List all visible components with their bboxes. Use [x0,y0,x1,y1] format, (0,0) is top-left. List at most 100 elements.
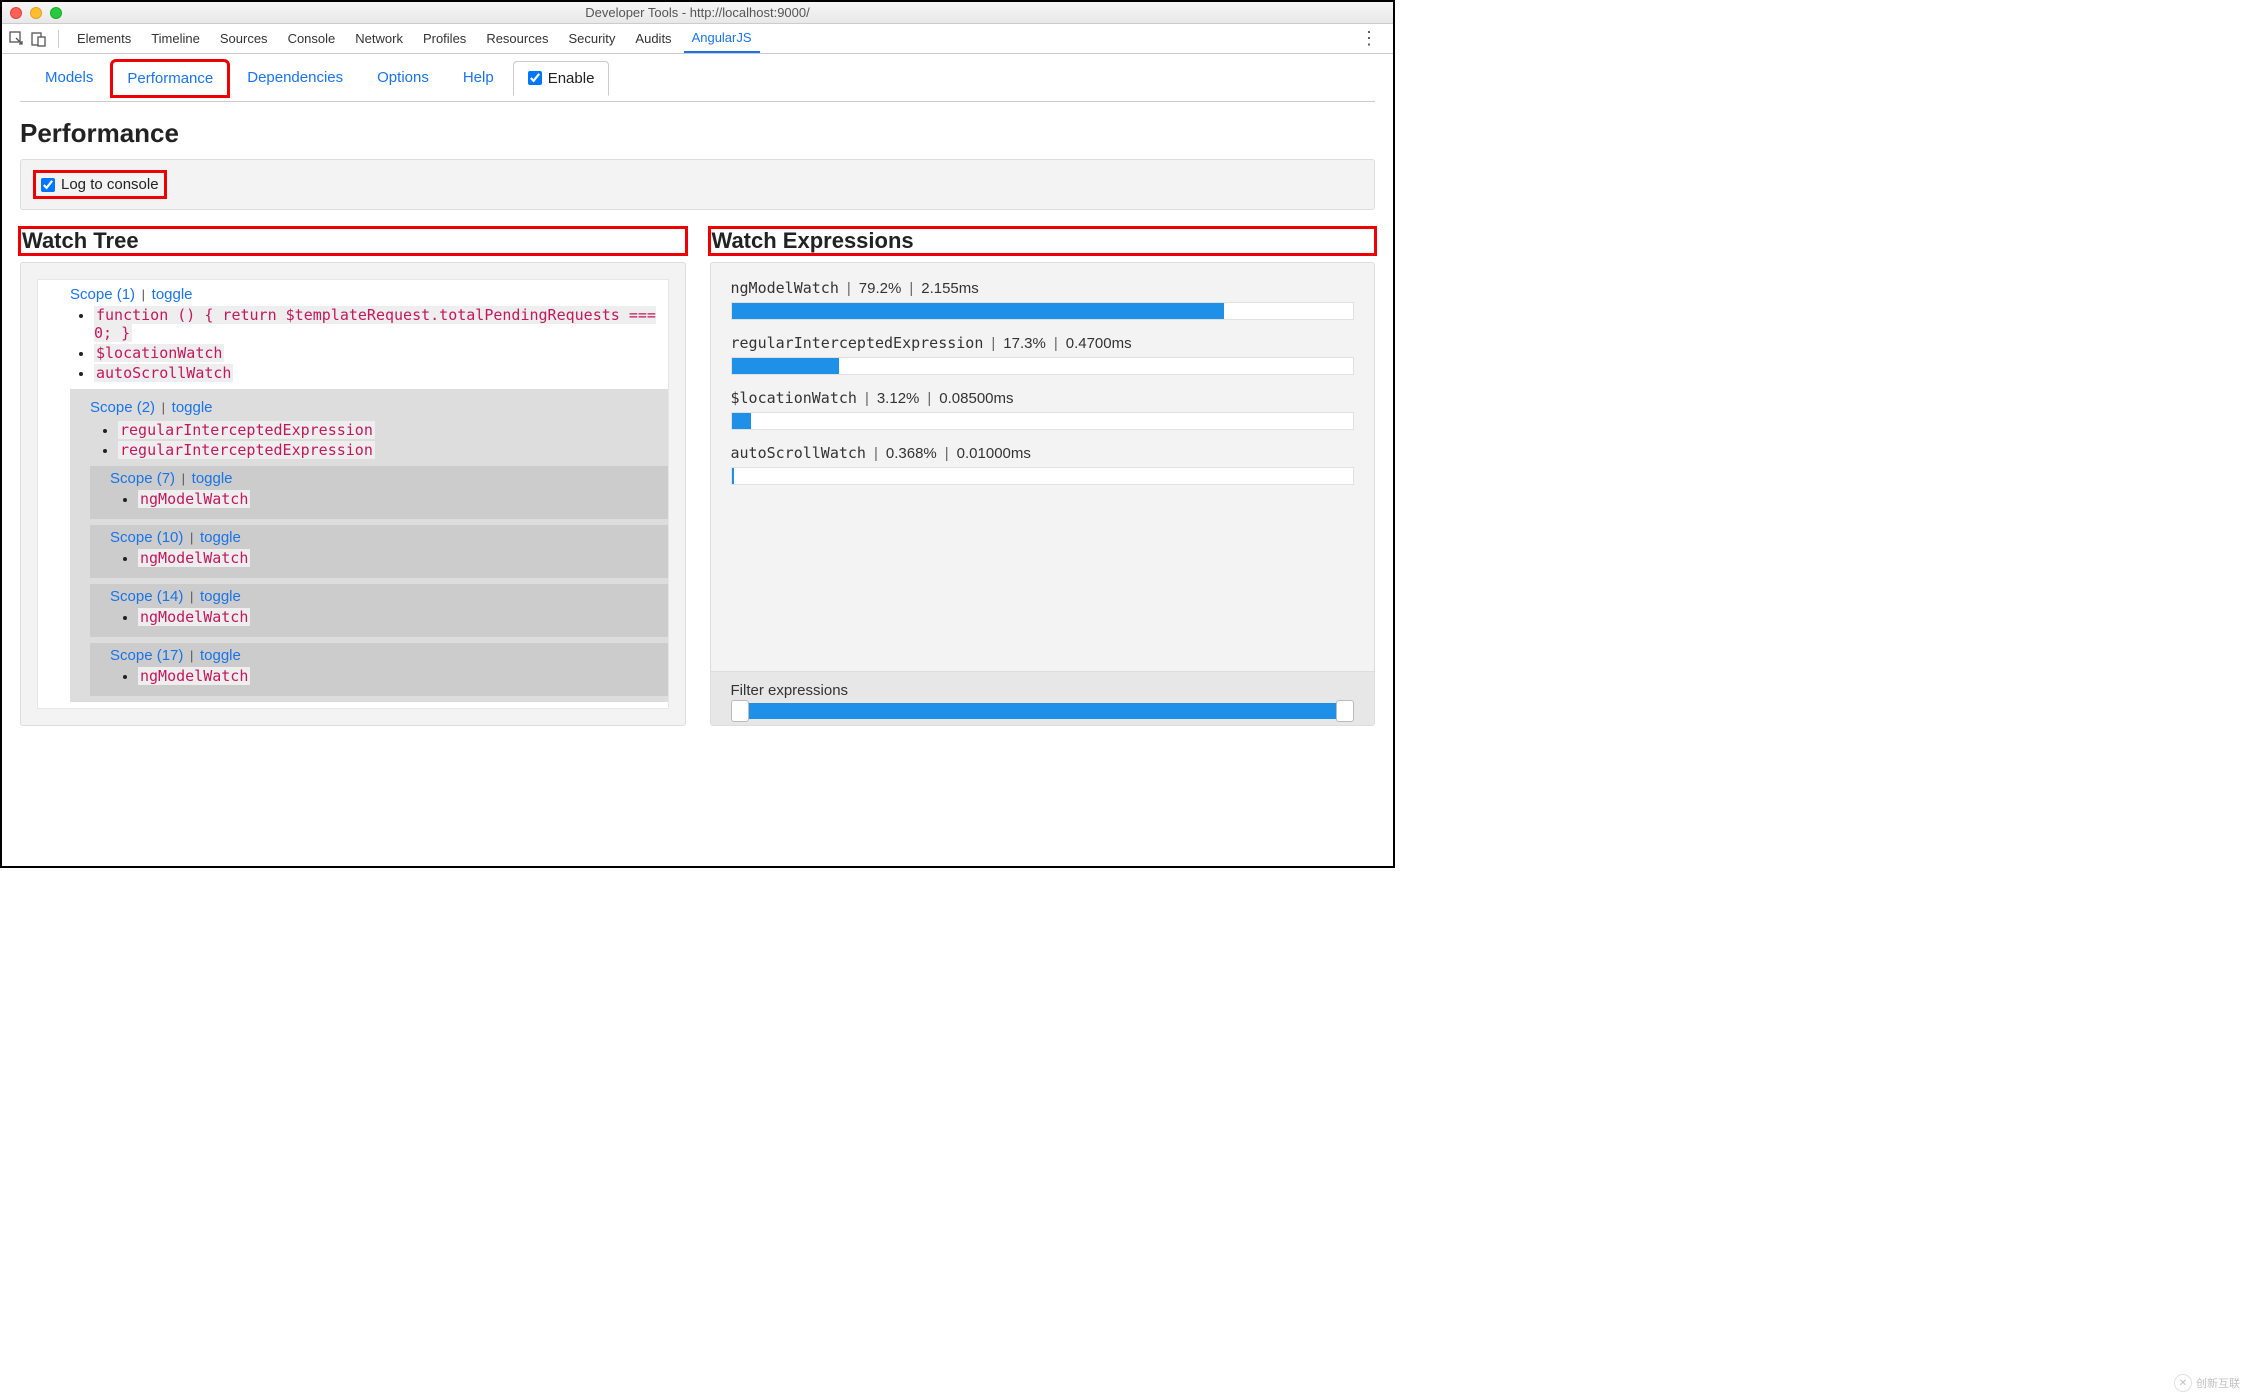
expression-time: 2.155ms [921,280,979,297]
expression-name: regularInterceptedExpression [731,334,984,352]
scope-17-link[interactable]: Scope (17) [110,647,183,664]
scope-7-toggle[interactable]: toggle [192,470,233,487]
range-handle-left[interactable] [731,700,749,722]
scope-7-block: Scope (7) | toggle ngModelWatch [90,466,668,519]
ng-tab-performance[interactable]: Performance [112,61,228,96]
angularjs-tab-bar: Models Performance Dependencies Options … [20,54,1375,102]
expression-time: 0.01000ms [957,445,1031,462]
expression-percent: 3.12% [877,390,920,407]
scope-10-link[interactable]: Scope (10) [110,529,183,546]
watermark: ✕ 创新互联 [2174,1374,2240,1392]
expression-row: ngModelWatch | 79.2% | 2.155ms [731,279,1355,320]
expression-row: autoScrollWatch | 0.368% | 0.01000ms [731,444,1355,485]
expression-time: 0.4700ms [1066,335,1132,352]
ng-tab-enable[interactable]: Enable [513,61,610,96]
log-to-console-option[interactable]: Log to console [35,172,165,197]
ng-tab-options[interactable]: Options [362,60,444,95]
watch-expressions-panel: ngModelWatch | 79.2% | 2.155ms regularIn… [710,262,1376,726]
expression-row: $locationWatch | 3.12% | 0.08500ms [731,389,1355,430]
expression-bar-bg [731,412,1355,430]
expression-name: $locationWatch [731,389,857,407]
watch-item: ngModelWatch [138,666,668,686]
watch-item: function () { return $templateRequest.to… [94,305,668,343]
tab-separator [58,30,59,48]
expression-bar [732,413,751,429]
tab-elements[interactable]: Elements [69,25,139,52]
content-area: Performance Log to console Watch Tree Sc… [2,102,1393,736]
tab-angularjs[interactable]: AngularJS [684,24,760,53]
scope-1-link[interactable]: Scope (1) [70,286,135,303]
watch-item: ngModelWatch [138,548,668,568]
expression-percent: 0.368% [886,445,937,462]
devtools-tab-bar: Elements Timeline Sources Console Networ… [2,24,1393,54]
expression-bar [732,358,840,374]
scope-17-toggle[interactable]: toggle [200,647,241,664]
watch-tree: Scope (1) | toggle function () { return … [37,279,669,709]
range-handle-right[interactable] [1336,700,1354,722]
filter-footer: Filter expressions [711,671,1375,725]
expression-bar-bg [731,467,1355,485]
scope-17-watches: ngModelWatch [110,666,668,686]
device-toolbar-icon[interactable] [30,30,48,48]
scope-2-row: Scope (2) | toggle [90,395,668,418]
watch-item: autoScrollWatch [94,363,668,383]
scope-14-link[interactable]: Scope (14) [110,588,183,605]
expression-name: ngModelWatch [731,279,839,297]
scope-2-link[interactable]: Scope (2) [90,399,155,416]
scope-7-watches: ngModelWatch [110,489,668,509]
scope-10-watches: ngModelWatch [110,548,668,568]
watch-expressions-column: Watch Expressions ngModelWatch | 79.2% |… [710,228,1376,726]
expression-bar-bg [731,357,1355,375]
columns: Watch Tree Scope (1) | toggle function (… [20,228,1375,726]
filter-range[interactable] [731,703,1355,719]
ng-tab-models[interactable]: Models [30,60,108,95]
scope-14-block: Scope (14) | toggle ngModelWatch [90,584,668,637]
options-bar: Log to console [20,159,1375,210]
ng-tab-help[interactable]: Help [448,60,509,95]
tab-security[interactable]: Security [560,25,623,52]
tab-timeline[interactable]: Timeline [143,25,208,52]
expression-bar [732,468,734,484]
enable-checkbox[interactable] [528,71,542,85]
tab-profiles[interactable]: Profiles [415,25,474,52]
log-to-console-label: Log to console [61,176,159,193]
scope-7-link[interactable]: Scope (7) [110,470,175,487]
ng-tab-dependencies[interactable]: Dependencies [232,60,358,95]
watch-tree-column: Watch Tree Scope (1) | toggle function (… [20,228,686,726]
scope-2-block: Scope (2) | toggle regularInterceptedExp… [70,389,668,702]
scope-1-watches: function () { return $templateRequest.to… [70,305,668,383]
log-to-console-checkbox[interactable] [41,178,55,192]
scope-14-toggle[interactable]: toggle [200,588,241,605]
scope-14-watches: ngModelWatch [110,607,668,627]
more-menu-icon[interactable]: ⋮ [1352,24,1387,53]
expression-bar [732,303,1224,319]
scope-1-toggle[interactable]: toggle [152,286,193,303]
tab-network[interactable]: Network [347,25,411,52]
watch-expressions-title: Watch Expressions [710,228,1376,254]
watch-item: ngModelWatch [138,489,668,509]
watch-item: regularInterceptedExpression [118,420,668,440]
tab-resources[interactable]: Resources [478,25,556,52]
expression-name: autoScrollWatch [731,444,866,462]
scope-10-toggle[interactable]: toggle [200,529,241,546]
scope-10-block: Scope (10) | toggle ngModelWatch [90,525,668,578]
watch-tree-panel: Scope (1) | toggle function () { return … [20,262,686,726]
expression-percent: 79.2% [859,280,902,297]
expression-time: 0.08500ms [939,390,1013,407]
watch-tree-title: Watch Tree [20,228,686,254]
inspect-element-icon[interactable] [8,30,26,48]
tab-sources[interactable]: Sources [212,25,276,52]
filter-label: Filter expressions [731,682,1355,699]
expression-row: regularInterceptedExpression | 17.3% | 0… [731,334,1355,375]
page-title: Performance [20,118,1375,149]
scope-2-toggle[interactable]: toggle [172,399,213,416]
watch-item: regularInterceptedExpression [118,440,668,460]
scope-2-watches: regularInterceptedExpression regularInte… [90,420,668,460]
watermark-text: 创新互联 [2196,1375,2240,1391]
enable-label: Enable [548,70,595,87]
window-titlebar: Developer Tools - http://localhost:9000/ [2,2,1393,24]
tab-console[interactable]: Console [280,25,344,52]
tab-audits[interactable]: Audits [627,25,679,52]
window-title: Developer Tools - http://localhost:9000/ [2,5,1393,20]
scope-17-block: Scope (17) | toggle ngModelWatch [90,643,668,696]
